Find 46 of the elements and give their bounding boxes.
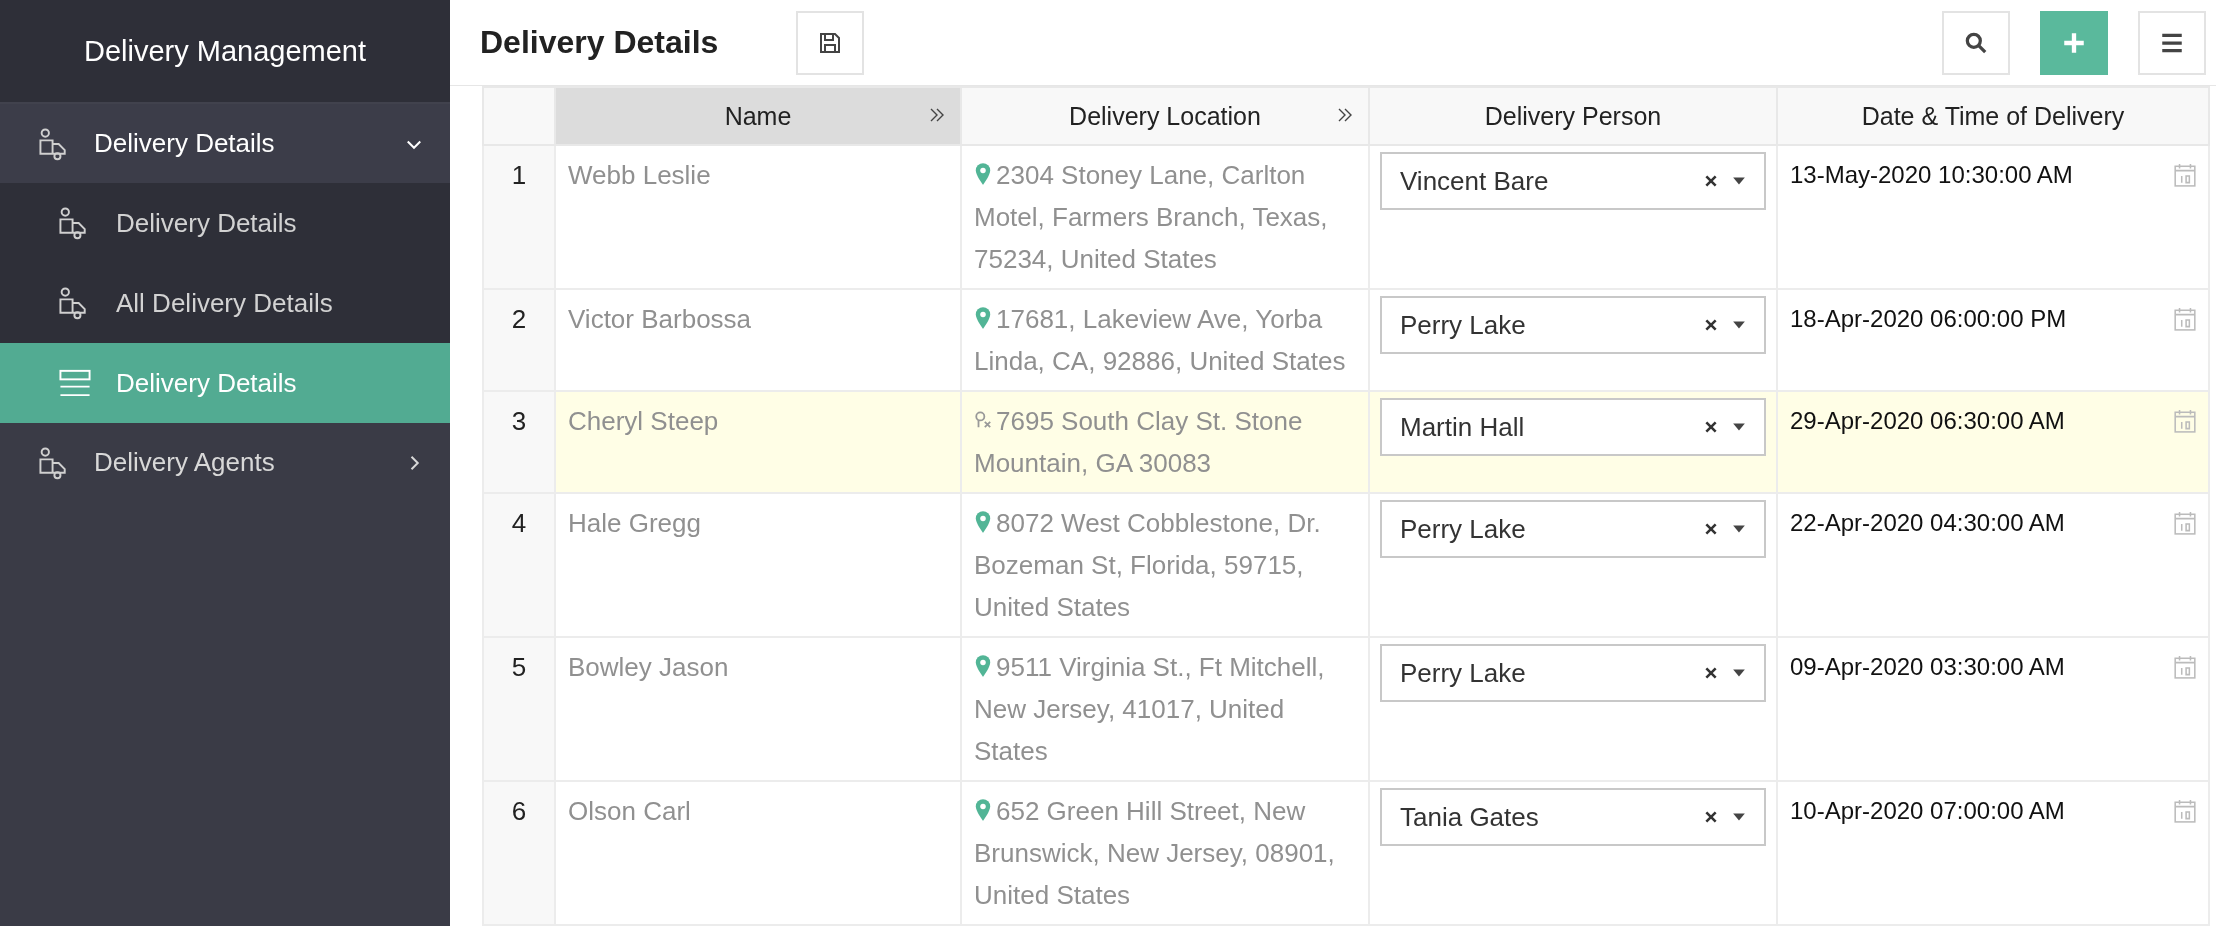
- save-button[interactable]: [796, 10, 865, 75]
- menu-button[interactable]: [2138, 10, 2206, 75]
- person-dropdown[interactable]: Perry Lake: [1380, 296, 1766, 354]
- column-header[interactable]: Delivery Location: [961, 87, 1369, 145]
- date-time-text: 10-Apr-2020 07:00:00 AM: [1790, 796, 2065, 826]
- column-header[interactable]: Delivery Person: [1369, 87, 1777, 145]
- address-text: 2304 Stoney Lane, Carlton Motel, Farmers Branch, Texas, 75234, United States: [974, 160, 1328, 274]
- table-cell: Hale Gregg: [555, 493, 961, 637]
- column-header[interactable]: Date & Time of Delivery: [1777, 87, 2209, 145]
- row-number: 1: [483, 145, 555, 289]
- row-number: 5: [483, 637, 555, 781]
- clear-icon[interactable]: [1704, 174, 1718, 188]
- row-number: 3: [483, 391, 555, 493]
- table-cell: Bowley Jason: [555, 637, 961, 781]
- person-dropdown[interactable]: Tania Gates: [1380, 788, 1766, 846]
- app-title: Delivery Management: [0, 0, 450, 104]
- address-text: 7695 South Clay St. Stone Mountain, GA 30083: [974, 406, 1303, 478]
- date-time-text: 22-Apr-2020 04:30:00 AM: [1790, 508, 2065, 538]
- date-time-text: 09-Apr-2020 03:30:00 AM: [1790, 652, 2065, 682]
- person-dropdown[interactable]: Perry Lake: [1380, 500, 1766, 558]
- date-time-text: 29-Apr-2020 06:30:00 AM: [1790, 406, 2065, 436]
- table-cell: Cheryl Steep: [555, 391, 961, 493]
- sidebar-item[interactable]: Delivery Details: [0, 183, 450, 263]
- person-dropdown[interactable]: Perry Lake: [1380, 644, 1766, 702]
- person-dropdown[interactable]: Vincent Bare: [1380, 152, 1766, 210]
- address-text: 9511 Virginia St., Ft Mitchell, New Jersey, 41017, United States: [974, 652, 1325, 766]
- date-time-text: 18-Apr-2020 06:00:00 PM: [1790, 304, 2067, 334]
- address-text: 652 Green Hill Street, New Brunswick, New Jersey, 08901, United States: [974, 796, 1335, 910]
- table-cell: Olson Carl: [555, 781, 961, 925]
- date-time-text: 13-May-2020 10:30:00 AM: [1790, 160, 2073, 190]
- clear-icon[interactable]: [1704, 522, 1718, 536]
- person-dropdown[interactable]: Martin Hall: [1380, 398, 1766, 456]
- page-title: Delivery Details: [480, 24, 719, 61]
- row-number: 2: [483, 289, 555, 391]
- row-number: 6: [483, 781, 555, 925]
- clear-icon[interactable]: [1704, 810, 1718, 824]
- address-text: 17681, Lakeview Ave, Yorba Linda, CA, 92886, United States: [974, 304, 1346, 376]
- clear-icon[interactable]: [1704, 318, 1718, 332]
- address-text: 8072 West Cobblestone, Dr. Bozeman St, Florida, 59715, United States: [974, 508, 1321, 622]
- clear-icon[interactable]: [1704, 666, 1718, 680]
- column-header[interactable]: Name: [555, 87, 961, 145]
- table-cell: Webb Leslie: [555, 145, 961, 289]
- sidebar-item[interactable]: All Delivery Details: [0, 263, 450, 343]
- clear-icon[interactable]: [1704, 420, 1718, 434]
- search-button[interactable]: [1942, 10, 2010, 75]
- row-number: 4: [483, 493, 555, 637]
